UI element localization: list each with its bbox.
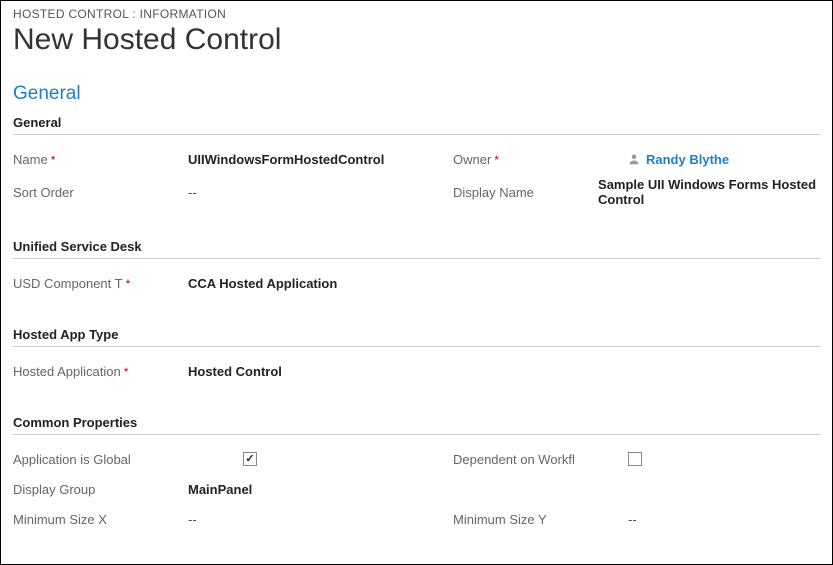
- section-header-usd: Unified Service Desk: [13, 239, 820, 259]
- value-name[interactable]: UIIWindowsFormHostedControl: [188, 152, 384, 167]
- checkbox-dependent-workflow[interactable]: [628, 452, 642, 466]
- section-general: General Name* UIIWindowsFormHostedContro…: [13, 115, 820, 207]
- label-owner: Owner*: [453, 152, 628, 167]
- value-min-size-y[interactable]: --: [628, 512, 637, 527]
- required-icon: *: [51, 154, 56, 166]
- required-icon: *: [494, 154, 499, 166]
- value-display-group[interactable]: MainPanel: [188, 482, 252, 497]
- label-name: Name*: [13, 152, 188, 167]
- label-app-global: Application is Global: [13, 452, 188, 467]
- label-usd-component: USD Component T*: [13, 276, 188, 291]
- checkbox-app-global[interactable]: [243, 452, 257, 466]
- person-icon: [628, 153, 640, 165]
- section-hosted-app: Hosted App Type Hosted Application* Host…: [13, 327, 820, 383]
- value-hosted-application[interactable]: Hosted Control: [188, 364, 282, 379]
- label-display-group: Display Group: [13, 482, 188, 497]
- label-min-size-y: Minimum Size Y: [453, 512, 628, 527]
- tab-general[interactable]: General: [13, 83, 820, 105]
- owner-link[interactable]: Randy Blythe: [646, 152, 729, 167]
- value-min-size-x[interactable]: --: [188, 512, 197, 527]
- page-title: New Hosted Control: [13, 23, 820, 57]
- label-sort-order: Sort Order: [13, 185, 188, 200]
- section-usd: Unified Service Desk USD Component T* CC…: [13, 239, 820, 295]
- label-dependent-workflow: Dependent on Workfl: [453, 452, 628, 467]
- value-display-name[interactable]: Sample UII Windows Forms Hosted Control: [598, 177, 820, 207]
- label-hosted-application: Hosted Application*: [13, 364, 188, 379]
- value-usd-component[interactable]: CCA Hosted Application: [188, 276, 337, 291]
- required-icon: *: [126, 278, 131, 290]
- section-header-common: Common Properties: [13, 415, 820, 435]
- section-common: Common Properties Application is Global …: [13, 415, 820, 531]
- section-header-general: General: [13, 115, 820, 135]
- section-header-hosted-app: Hosted App Type: [13, 327, 820, 347]
- label-min-size-x: Minimum Size X: [13, 512, 188, 527]
- label-display-name: Display Name: [453, 185, 598, 200]
- value-sort-order[interactable]: --: [188, 185, 197, 200]
- breadcrumb: HOSTED CONTROL : INFORMATION: [13, 7, 820, 21]
- required-icon: *: [124, 366, 129, 378]
- value-owner[interactable]: Randy Blythe: [628, 152, 729, 167]
